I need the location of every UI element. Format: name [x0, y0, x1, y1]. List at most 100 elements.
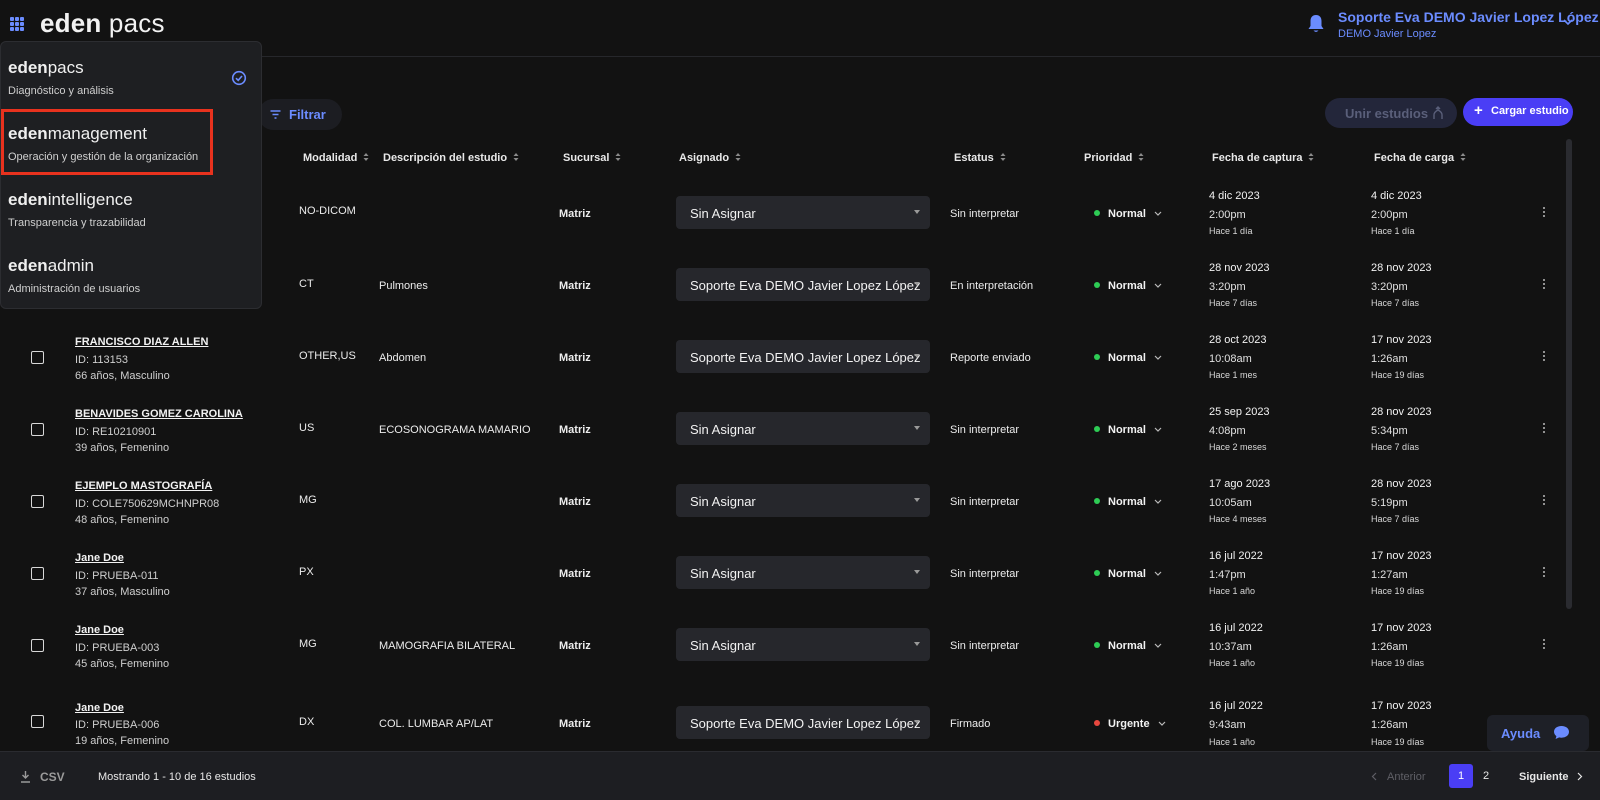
row-checkbox[interactable]: [31, 715, 44, 728]
column-header-upload-date[interactable]: Fecha de carga: [1374, 152, 1466, 164]
more-options-icon[interactable]: [1542, 566, 1546, 578]
patient-name-link[interactable]: Jane Doe: [75, 702, 124, 714]
previous-page-button[interactable]: Anterior: [1371, 771, 1426, 783]
assigned-select[interactable]: Sin Asignar: [676, 412, 930, 445]
column-header-modality[interactable]: Modalidad: [303, 152, 369, 164]
patient-age-sex: 45 años, Femenino: [75, 658, 170, 670]
column-header-branch[interactable]: Sucursal: [563, 152, 621, 164]
priority-select[interactable]: Normal: [1094, 496, 1162, 508]
more-options-icon[interactable]: [1542, 206, 1546, 218]
assigned-select[interactable]: Soporte Eva DEMO Javier Lopez López: [676, 268, 930, 301]
filter-button[interactable]: Filtrar: [258, 99, 342, 130]
modality-cell: OTHER,US: [299, 350, 356, 362]
priority-select[interactable]: Normal: [1094, 424, 1162, 436]
chevron-down-icon[interactable]: [1562, 16, 1574, 28]
capture-ago: Hace 1 año: [1209, 658, 1256, 668]
chevron-down-icon: [1154, 211, 1162, 216]
upload-ago: Hace 7 días: [1371, 514, 1420, 524]
more-options-icon[interactable]: [1542, 494, 1546, 506]
capture-date: 16 jul 2022: [1209, 550, 1263, 562]
caret-down-icon: [914, 282, 920, 286]
assigned-select[interactable]: Sin Asignar: [676, 628, 930, 661]
table-row[interactable]: Jane Doe ID: PRUEBA-003 45 años, Femenin…: [0, 612, 1568, 684]
status-cell: Firmado: [950, 718, 991, 730]
page-button-2[interactable]: 2: [1474, 764, 1498, 788]
priority-select[interactable]: Normal: [1094, 640, 1162, 652]
chevron-down-icon: [1154, 499, 1162, 504]
apps-grid-icon[interactable]: [10, 17, 24, 31]
branch-cell: Matriz: [559, 496, 591, 508]
branch-cell: Matriz: [559, 718, 591, 730]
app-logo[interactable]: eden pacs: [40, 8, 165, 39]
upload-time: 1:26am: [1371, 353, 1408, 365]
upload-ago: Hace 7 días: [1371, 298, 1420, 308]
column-header-assigned[interactable]: Asignado: [679, 152, 741, 164]
page-button-1[interactable]: 1: [1449, 764, 1473, 788]
branch-cell: Matriz: [559, 424, 591, 436]
scrollbar[interactable]: [1566, 139, 1572, 609]
row-checkbox[interactable]: [31, 351, 44, 364]
column-header-priority[interactable]: Prioridad: [1084, 152, 1144, 164]
filter-label: Filtrar: [289, 107, 326, 122]
check-circle-icon: [231, 70, 247, 86]
capture-time: 10:08am: [1209, 353, 1252, 365]
more-options-icon[interactable]: [1542, 350, 1546, 362]
capture-time: 2:00pm: [1209, 209, 1246, 221]
upload-ago: Hace 1 día: [1371, 226, 1415, 236]
priority-select[interactable]: Normal: [1094, 352, 1162, 364]
patient-name-link[interactable]: FRANCISCO DIAZ ALLEN: [75, 336, 208, 348]
table-row[interactable]: Jane Doe ID: PRUEBA-011 37 años, Masculi…: [0, 540, 1568, 612]
status-cell: Sin interpretar: [950, 568, 1020, 580]
more-options-icon[interactable]: [1542, 422, 1546, 434]
help-button[interactable]: Ayuda: [1487, 715, 1589, 751]
app-item-brand: edenpacs: [8, 58, 84, 77]
table-row[interactable]: BENAVIDES GOMEZ CAROLINA ID: RE10210901 …: [0, 396, 1568, 468]
upload-date: 17 nov 2023: [1371, 334, 1432, 346]
patient-name-link[interactable]: BENAVIDES GOMEZ CAROLINA: [75, 408, 243, 420]
app-item-intelligence[interactable]: edenintelligence Transparencia y trazabi…: [1, 176, 263, 242]
user-name[interactable]: Soporte Eva DEMO Javier Lopez López: [1338, 9, 1599, 25]
more-options-icon[interactable]: [1542, 278, 1546, 290]
column-header-capture-date[interactable]: Fecha de captura: [1212, 152, 1314, 164]
assigned-select[interactable]: Soporte Eva DEMO Javier Lopez López: [676, 706, 930, 739]
table-row[interactable]: Jane Doe ID: PRUEBA-006 19 años, Femenin…: [0, 684, 1568, 756]
patient-name-link[interactable]: Jane Doe: [75, 624, 124, 636]
assigned-select[interactable]: Sin Asignar: [676, 556, 930, 589]
assigned-select[interactable]: Sin Asignar: [676, 484, 930, 517]
column-header-description[interactable]: Descripción del estudio: [383, 152, 519, 164]
row-checkbox[interactable]: [31, 639, 44, 652]
capture-ago: Hace 1 día: [1209, 226, 1253, 236]
app-item-pacs[interactable]: edenpacs Diagnóstico y análisis: [1, 44, 263, 110]
row-checkbox[interactable]: [31, 423, 44, 436]
row-checkbox[interactable]: [31, 495, 44, 508]
assigned-select[interactable]: Soporte Eva DEMO Javier Lopez López: [676, 340, 930, 373]
priority-select[interactable]: Normal: [1094, 568, 1162, 580]
chevron-down-icon: [1158, 721, 1165, 726]
next-page-button[interactable]: Siguiente: [1519, 771, 1583, 783]
status-cell: En interpretación: [950, 280, 1034, 292]
status-cell: Sin interpretar: [950, 208, 1020, 220]
more-options-icon[interactable]: [1542, 638, 1546, 650]
branch-cell: Matriz: [559, 208, 591, 220]
status-cell: Sin interpretar: [950, 424, 1020, 436]
row-checkbox[interactable]: [31, 567, 44, 580]
upload-study-button[interactable]: + Cargar estudio: [1463, 98, 1573, 126]
merge-studies-button[interactable]: Unir estudios: [1325, 98, 1457, 128]
capture-date: 17 ago 2023: [1209, 478, 1271, 490]
patient-name-link[interactable]: Jane Doe: [75, 552, 124, 564]
highlight-annotation: [1, 109, 213, 175]
column-header-status[interactable]: Estatus: [954, 152, 1006, 164]
patient-name-link[interactable]: EJEMPLO MASTOGRAFÍA: [75, 480, 212, 492]
bell-icon[interactable]: [1307, 14, 1325, 34]
branch-cell: Matriz: [559, 280, 591, 292]
assigned-select[interactable]: Sin Asignar: [676, 196, 930, 229]
priority-select[interactable]: Urgente: [1094, 718, 1166, 730]
upload-date: 17 nov 2023: [1371, 622, 1432, 634]
app-item-admin[interactable]: edenadmin Administración de usuarios: [1, 242, 263, 308]
table-row[interactable]: FRANCISCO DIAZ ALLEN ID: 113153 66 años,…: [0, 324, 1568, 396]
table-row[interactable]: EJEMPLO MASTOGRAFÍA ID: COLE750629MCHNPR…: [0, 468, 1568, 540]
priority-select[interactable]: Normal: [1094, 280, 1162, 292]
upload-time: 1:26am: [1371, 719, 1408, 731]
upload-time: 1:27am: [1371, 569, 1408, 581]
priority-select[interactable]: Normal: [1094, 208, 1162, 220]
